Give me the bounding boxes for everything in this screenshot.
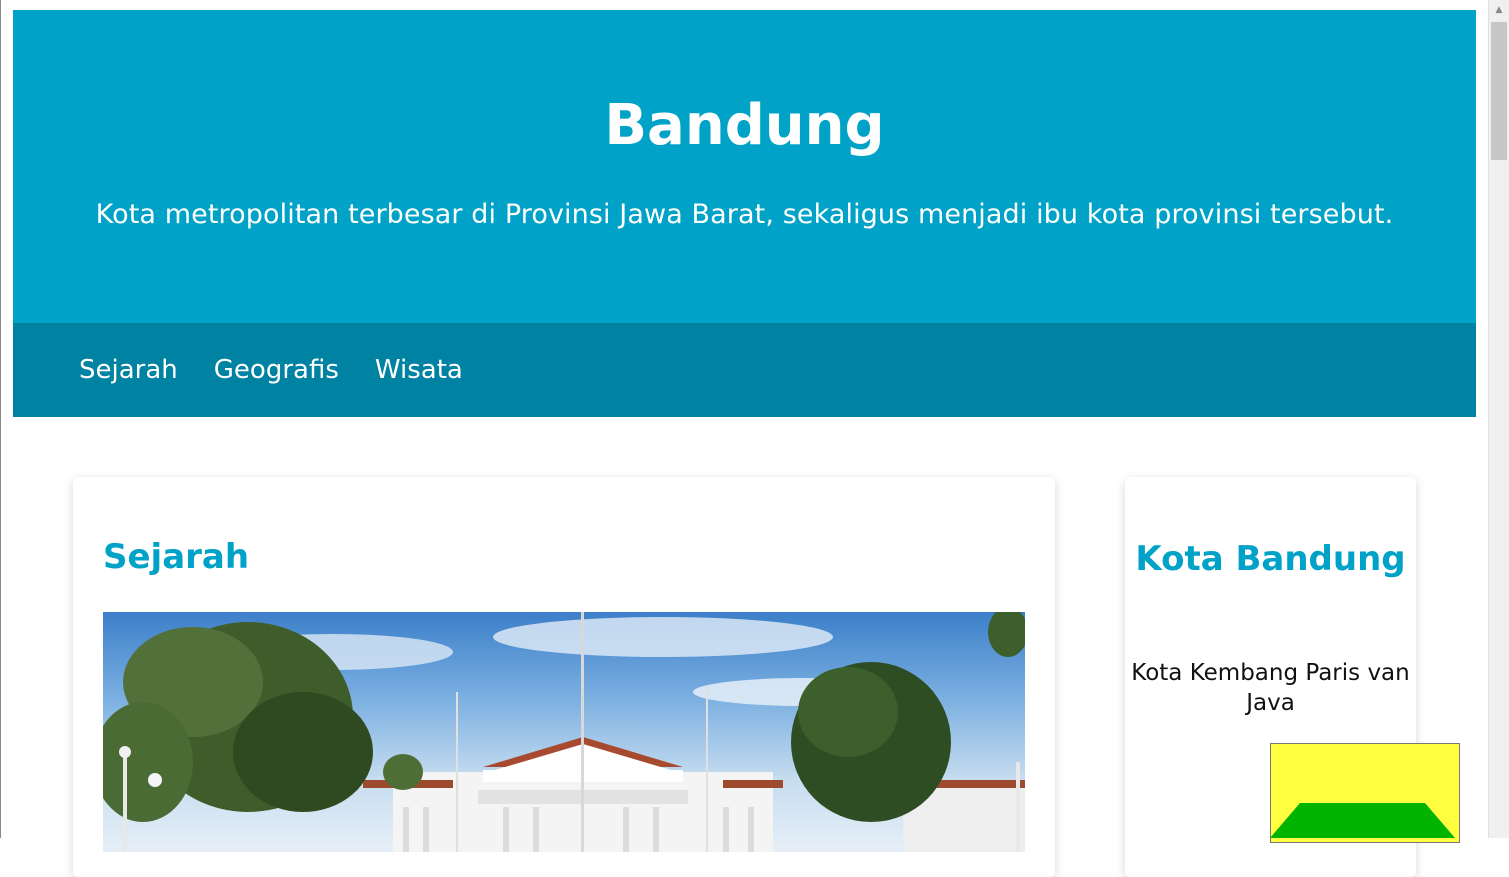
nav-item-geografis: Geografis bbox=[196, 323, 357, 417]
nav-link-sejarah[interactable]: Sejarah bbox=[61, 323, 196, 417]
nav-list: Sejarah Geografis Wisata bbox=[13, 323, 1476, 417]
scrollbar-thumb[interactable] bbox=[1491, 22, 1507, 160]
nav-item-sejarah: Sejarah bbox=[61, 323, 196, 417]
nav-item-wisata: Wisata bbox=[357, 323, 481, 417]
city-emblem-icon bbox=[1270, 743, 1460, 843]
sidebar-title: Kota Bandung bbox=[1135, 539, 1406, 579]
main-nav: Sejarah Geografis Wisata bbox=[13, 323, 1476, 417]
nav-link-geografis[interactable]: Geografis bbox=[196, 323, 357, 417]
building-photo bbox=[103, 612, 1025, 852]
sejarah-article: Sejarah bbox=[73, 477, 1055, 877]
city-emblem-graphic bbox=[1270, 743, 1460, 843]
site-tagline: Kota metropolitan terbesar di Provinsi J… bbox=[95, 199, 1394, 230]
window-edge bbox=[0, 0, 1, 838]
site-title: Bandung bbox=[604, 93, 885, 158]
section-title: Sejarah bbox=[103, 537, 250, 577]
building-photo-illustration bbox=[103, 612, 1025, 852]
vertical-scrollbar[interactable]: ▲ bbox=[1488, 0, 1509, 838]
scroll-up-arrow-icon[interactable]: ▲ bbox=[1489, 0, 1509, 20]
sidebar-description: Kota Kembang Paris van Java bbox=[1131, 660, 1410, 716]
site-header: Bandung Kota metropolitan terbesar di Pr… bbox=[13, 10, 1476, 323]
nav-link-wisata[interactable]: Wisata bbox=[357, 323, 481, 417]
